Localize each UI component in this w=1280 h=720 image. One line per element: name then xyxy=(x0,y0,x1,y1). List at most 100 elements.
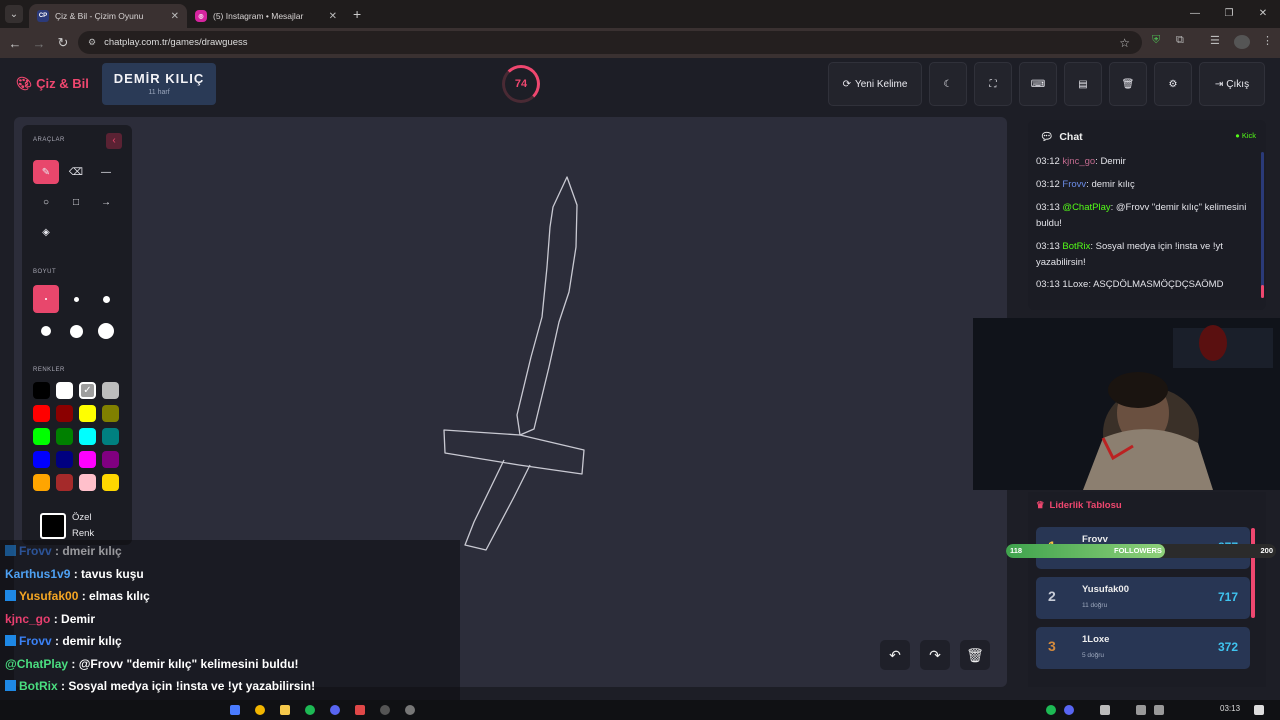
exit-label: Çıkış xyxy=(1226,78,1250,90)
media-icon[interactable] xyxy=(405,705,415,715)
redo-button[interactable]: ↷ xyxy=(920,640,950,670)
color-swatch[interactable] xyxy=(79,405,96,422)
color-swatch[interactable] xyxy=(79,474,96,491)
follower-current: 118 xyxy=(1010,546,1023,555)
platform-badge: ● Kick xyxy=(1235,131,1256,140)
chat-scrollbar-thumb[interactable] xyxy=(1261,285,1264,298)
bookmark-star-icon[interactable]: ☆ xyxy=(1119,36,1130,50)
chrome-icon[interactable] xyxy=(255,705,265,715)
restore-icon[interactable]: ❐ xyxy=(1212,0,1246,28)
collapse-panel-icon[interactable]: ‹ xyxy=(106,133,122,149)
tray-discord-icon[interactable] xyxy=(1064,705,1074,715)
tools-panel: ARAÇLAR ‹ ✎ ⌫ — ○ □ → ◈ BOYUT RENKLER ✓ … xyxy=(22,125,132,545)
arrow-right-icon: → xyxy=(101,196,111,208)
color-swatch[interactable] xyxy=(56,451,73,468)
tab-title: (5) Instagram • Mesajlar xyxy=(213,11,304,21)
spotify-icon[interactable] xyxy=(305,705,315,715)
address-bar[interactable]: ⚙ chatplay.com.tr/games/drawguess ☆ xyxy=(78,31,1142,54)
profile-avatar[interactable] xyxy=(1234,35,1250,49)
color-swatch[interactable] xyxy=(56,474,73,491)
app-logo[interactable]: 🎨︎ Çiz & Bil xyxy=(16,76,89,92)
overlay-chat-row: @ChatPlay : @Frovv "demir kılıç" kelimes… xyxy=(5,657,299,671)
clear-button[interactable]: 🗑︎ xyxy=(1109,62,1147,106)
color-swatch[interactable] xyxy=(79,428,96,445)
tab-chatplay[interactable]: CP Çiz & Bil - Çizim Oyunu ✕ xyxy=(29,4,187,28)
color-swatch[interactable] xyxy=(102,428,119,445)
extensions-puzzle-icon[interactable]: ⧉ xyxy=(1176,34,1184,47)
volume-icon[interactable] xyxy=(1154,705,1164,715)
dark-mode-button[interactable]: ☾ xyxy=(929,62,967,106)
minimize-icon[interactable]: — xyxy=(1178,0,1212,28)
browser-menu-icon[interactable]: ⋮ xyxy=(1262,34,1273,47)
rectangle-tool[interactable]: □ xyxy=(63,190,89,214)
new-tab-icon[interactable]: + xyxy=(353,6,361,22)
size-5-button[interactable] xyxy=(63,317,89,345)
line-tool[interactable]: — xyxy=(93,160,119,184)
color-swatch[interactable] xyxy=(56,428,73,445)
circle-tool[interactable]: ○ xyxy=(33,190,59,214)
platform-name: Kick xyxy=(1241,131,1256,140)
new-word-button[interactable]: ⟳ Yeni Kelime xyxy=(828,62,922,106)
color-swatch[interactable] xyxy=(102,382,119,399)
close-tab-icon[interactable]: ✕ xyxy=(329,11,337,22)
color-swatch[interactable]: ✓ xyxy=(79,382,96,399)
clear-canvas-button[interactable]: 🗑︎ xyxy=(960,640,990,670)
shield-extension-icon[interactable]: ⛨ xyxy=(1152,34,1160,47)
size-2-button[interactable] xyxy=(63,285,89,313)
brush-tool[interactable]: ✎ xyxy=(33,160,59,184)
close-tab-icon[interactable]: ✕ xyxy=(171,11,179,22)
obs-icon[interactable] xyxy=(380,705,390,715)
forward-icon[interactable]: → xyxy=(27,36,51,51)
archive-button[interactable]: ▤ xyxy=(1064,62,1102,106)
color-swatch[interactable] xyxy=(33,451,50,468)
notification-icon[interactable] xyxy=(1254,705,1264,715)
color-swatch[interactable] xyxy=(33,428,50,445)
custom-color-label[interactable]: Özel Renk xyxy=(72,510,94,542)
chat-time: 03:13 xyxy=(1036,202,1063,213)
tray-icon[interactable] xyxy=(1100,705,1110,715)
fullscreen-button[interactable]: ⛶ xyxy=(974,62,1012,106)
close-window-icon[interactable]: ✕ xyxy=(1246,0,1280,28)
size-1-button[interactable] xyxy=(33,285,59,313)
color-swatch[interactable] xyxy=(33,474,50,491)
color-swatch[interactable] xyxy=(102,451,119,468)
back-icon[interactable]: ← xyxy=(3,36,27,51)
user-badge-icon xyxy=(5,680,16,691)
reload-icon[interactable]: ↻ xyxy=(51,35,75,51)
chat-message: 03:13 1Loxe: ASÇDÖLMASMÖÇDÇSAÖMD xyxy=(1036,277,1254,293)
eraser-tool[interactable]: ⌫ xyxy=(63,160,89,184)
overlay-username: BotRix xyxy=(19,679,58,693)
reading-list-icon[interactable]: ☰ xyxy=(1210,34,1220,47)
exit-button[interactable]: ⇥ Çıkış xyxy=(1199,62,1265,106)
keyboard-button[interactable]: ⌨ xyxy=(1019,62,1057,106)
chat-scrollbar[interactable] xyxy=(1261,152,1264,298)
size-3-button[interactable] xyxy=(93,285,119,313)
color-swatch[interactable] xyxy=(33,382,50,399)
discord-icon[interactable] xyxy=(330,705,340,715)
app-icon[interactable] xyxy=(230,705,240,715)
overlay-username: kjnc_go xyxy=(5,611,51,626)
color-swatch[interactable] xyxy=(79,451,96,468)
color-swatch[interactable] xyxy=(102,405,119,422)
site-info-icon[interactable]: ⚙ xyxy=(88,37,96,48)
fill-tool[interactable]: ◈ xyxy=(33,220,59,244)
tab-search-icon[interactable]: ⌄ xyxy=(5,5,23,23)
size-dot xyxy=(41,326,51,336)
color-swatch[interactable] xyxy=(56,382,73,399)
color-swatch[interactable] xyxy=(33,405,50,422)
browser-icon[interactable] xyxy=(355,705,365,715)
size-6-button[interactable] xyxy=(93,317,119,345)
tray-spotify-icon[interactable] xyxy=(1046,705,1056,715)
network-icon[interactable] xyxy=(1136,705,1146,715)
chat-text: : Demir xyxy=(1095,156,1126,167)
size-4-button[interactable] xyxy=(33,317,59,345)
color-swatch[interactable] xyxy=(56,405,73,422)
settings-button[interactable]: ⚙ xyxy=(1154,62,1192,106)
folder-icon[interactable] xyxy=(280,705,290,715)
undo-button[interactable]: ↶ xyxy=(880,640,910,670)
leaderboard-scrollbar[interactable] xyxy=(1251,528,1255,618)
color-swatch[interactable] xyxy=(102,474,119,491)
arrow-tool[interactable]: → xyxy=(93,190,119,214)
tab-instagram[interactable]: ◎ (5) Instagram • Mesajlar ✕ xyxy=(187,4,345,28)
custom-color-swatch[interactable] xyxy=(40,513,66,539)
